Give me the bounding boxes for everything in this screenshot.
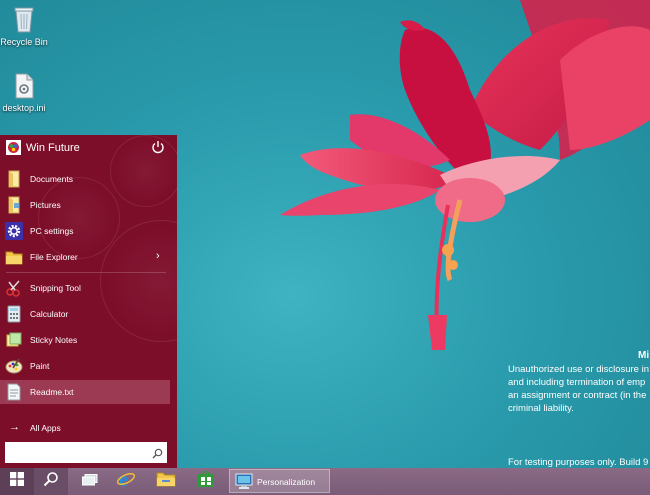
start-item-label: Sticky Notes [30, 335, 78, 345]
file-explorer-icon [5, 248, 23, 266]
search-icon [43, 471, 59, 492]
ini-file-icon [0, 73, 54, 101]
divider [6, 272, 166, 273]
start-item-sticky-notes[interactable]: Sticky Notes [0, 328, 170, 352]
taskbar-search-button[interactable] [34, 468, 68, 495]
watermark-title: Mi [638, 350, 650, 361]
calculator-icon [5, 305, 23, 323]
start-search-input[interactable] [14, 445, 144, 459]
start-item-label: Calculator [30, 309, 69, 319]
start-item-readme[interactable]: Readme.txt [0, 380, 170, 404]
start-item-pictures[interactable]: Pictures [0, 193, 170, 217]
taskbar-app-personalization[interactable]: Personalization [229, 469, 330, 493]
store-icon [197, 470, 215, 493]
start-item-pc-settings[interactable]: PC settings [0, 219, 170, 243]
windows-logo-icon [10, 472, 24, 491]
start-item-label: Documents [30, 174, 73, 184]
recycle-bin-icon [0, 5, 54, 35]
task-view-icon [82, 473, 98, 491]
store-button[interactable] [192, 468, 220, 495]
user-name: Win Future [26, 142, 80, 154]
svg-text:e: e [119, 469, 128, 489]
text-file-icon [5, 383, 23, 401]
start-button[interactable] [0, 468, 34, 495]
paint-icon [5, 357, 23, 375]
taskbar-app-label: Personalization [257, 477, 316, 487]
all-apps-button[interactable]: → All Apps [0, 419, 170, 439]
start-item-calculator[interactable]: Calculator [0, 302, 170, 326]
arrow-right-icon: → [9, 421, 20, 433]
start-item-paint[interactable]: Paint [0, 354, 170, 378]
desktop-icon-label: desktop.ini [2, 103, 46, 113]
start-menu: Win Future Documents Pictures PC setting… [0, 135, 177, 468]
search-icon[interactable] [152, 446, 163, 459]
chevron-right-icon[interactable]: › [156, 250, 160, 262]
snipping-tool-icon [5, 279, 23, 297]
start-item-label: Pictures [30, 200, 61, 210]
file-explorer-taskbar-button[interactable] [152, 468, 180, 495]
start-item-label: Paint [30, 361, 50, 371]
desktop-icon-recycle-bin[interactable]: Recycle Bin [0, 5, 54, 47]
watermark-line: an assignment or contract (in the [508, 390, 647, 401]
task-view-button[interactable] [76, 468, 104, 495]
pictures-folder-icon [5, 196, 23, 214]
start-item-label: Snipping Tool [30, 283, 81, 293]
start-item-snipping-tool[interactable]: Snipping Tool [0, 276, 170, 300]
power-icon[interactable] [151, 140, 167, 156]
desktop-icon-desktop-ini[interactable]: desktop.ini [0, 73, 54, 113]
documents-folder-icon [5, 170, 23, 188]
desktop-icon-label: Recycle Bin [0, 37, 48, 47]
start-item-documents[interactable]: Documents [0, 167, 170, 191]
file-explorer-icon [156, 471, 176, 492]
user-avatar [6, 140, 21, 155]
personalization-icon [235, 473, 253, 490]
watermark-line: Unauthorized use or disclosure in [508, 364, 649, 375]
all-apps-label: All Apps [30, 423, 61, 433]
start-item-label: File Explorer [30, 252, 78, 262]
start-item-file-explorer[interactable]: File Explorer › [0, 245, 170, 269]
start-search-box[interactable] [5, 442, 167, 463]
internet-explorer-button[interactable]: e [112, 468, 140, 495]
taskbar: e Personalization [0, 468, 650, 495]
watermark-line: criminal liability. [508, 403, 574, 414]
start-item-label: PC settings [30, 226, 74, 236]
sticky-notes-icon [5, 331, 23, 349]
gear-icon [5, 222, 23, 240]
watermark-line: and including termination of emp [508, 377, 646, 388]
start-user-header[interactable]: Win Future [0, 135, 177, 161]
start-item-label: Readme.txt [30, 387, 74, 397]
internet-explorer-icon: e [116, 469, 136, 494]
